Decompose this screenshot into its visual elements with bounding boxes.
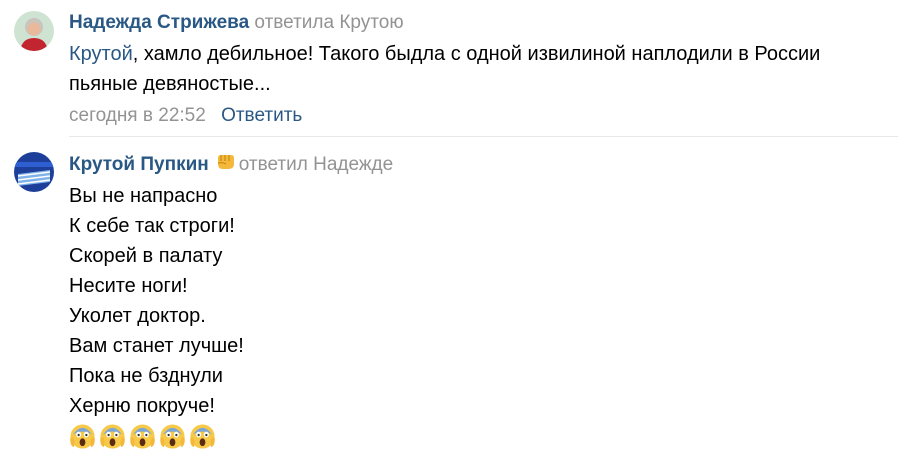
avatar[interactable] xyxy=(14,152,54,192)
author-name[interactable]: Надежда Стрижева xyxy=(69,12,249,33)
avatar-image xyxy=(14,11,54,51)
verse-line: Херню покруче! xyxy=(69,395,215,417)
verse-line: Вам станет лучше! xyxy=(69,335,244,357)
reply-button[interactable]: Ответить xyxy=(221,105,302,126)
divider xyxy=(69,136,898,137)
comment-text: Вы не напрасно К себе так строги! Скорей… xyxy=(69,181,890,421)
face-screaming-in-fear-icon xyxy=(190,424,215,449)
reply-to-label[interactable]: ответила Крутою xyxy=(254,12,403,33)
face-screaming-in-fear-icon xyxy=(70,424,95,449)
mention-link[interactable]: Крутой xyxy=(69,43,133,65)
verse-line: Скорей в палату xyxy=(69,245,223,267)
verse-line: Вы не напрасно xyxy=(69,185,218,207)
face-screaming-in-fear-icon xyxy=(160,424,185,449)
verse-line: К себе так строги! xyxy=(69,215,235,237)
verse-line: Несите ноги! xyxy=(69,275,188,297)
reply-to-label[interactable]: ответил Надежде xyxy=(239,154,393,175)
comment-body: , хамло дебильное! Такого быдла с одной … xyxy=(69,43,821,95)
comment-meta: сегодня в 22:52 Ответить xyxy=(69,103,890,129)
comment-date[interactable]: сегодня в 22:52 xyxy=(69,105,206,126)
face-screaming-in-fear-icon xyxy=(130,424,155,449)
fist-icon xyxy=(217,155,234,169)
comment-header: Крутой Пупкин ответил Надежде xyxy=(69,152,890,178)
verse-line: Пока не бзднули xyxy=(69,365,223,387)
verse-line: Уколет доктор. xyxy=(69,305,206,327)
author-name[interactable]: Крутой Пупкин xyxy=(69,154,209,175)
avatar[interactable] xyxy=(14,11,54,51)
face-screaming-in-fear-icon xyxy=(100,424,125,449)
avatar-image xyxy=(14,152,54,192)
comment-text: Крутой, хамло дебильное! Такого быдла с … xyxy=(69,39,890,99)
emoji-row xyxy=(69,423,890,450)
comment-header: Надежда Стрижева ответила Крутою xyxy=(69,10,890,36)
